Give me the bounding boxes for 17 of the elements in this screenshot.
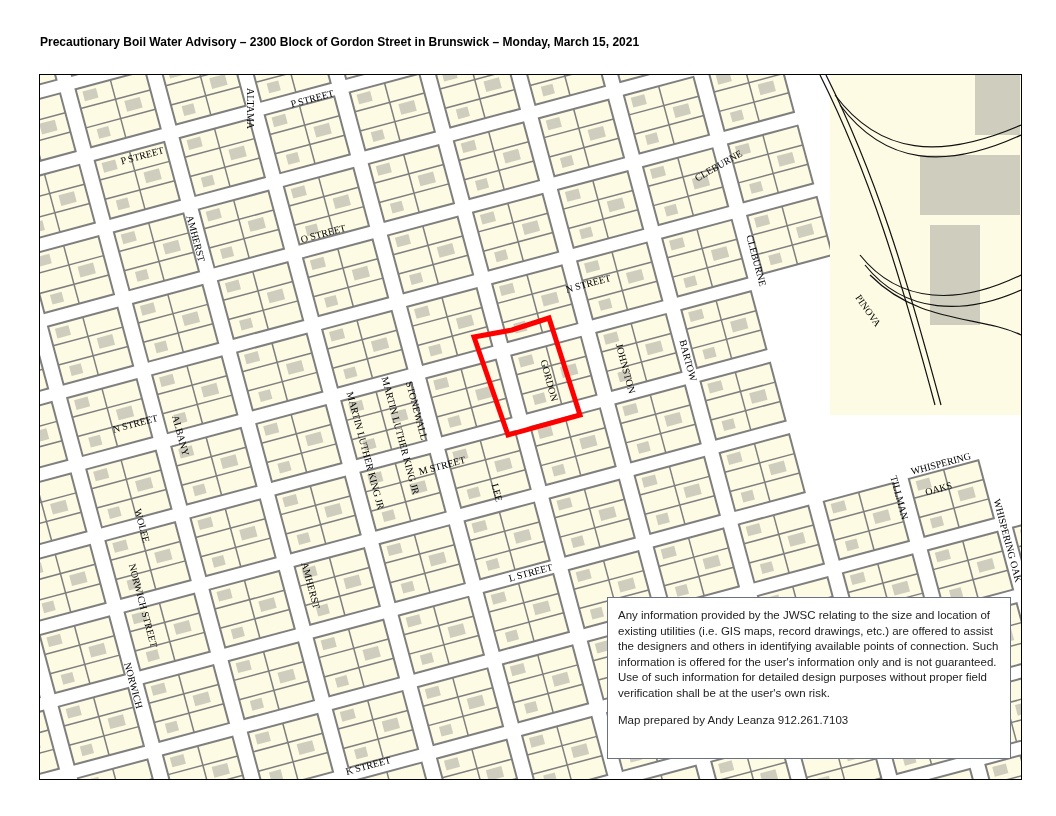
disclaimer-text: Any information provided by the JWSC relating to the size and location of existing utilities (i.e. GIS maps, record drawings, etc.) are offered to assist the designers and others in identifying available points of connection. Such information is offered for the user's information only and is not guaranteed. Use of such information for detailed design purposes without proper field verification shall be at the user's own risk. <box>618 608 1000 701</box>
street-label: ALTAMA <box>245 87 257 130</box>
street-label: L STREET <box>507 561 554 584</box>
street-label: LEE <box>489 482 505 503</box>
disclaimer-text: Map prepared by Andy Leanza 912.261.7103 <box>618 713 850 728</box>
street-label: M STREET <box>417 453 467 478</box>
street-label: ALBANY <box>170 413 192 458</box>
map-title: Precautionary Boil Water Advisory – 2300 Block of Gordon Street in Brunswick – Monday, March 15, 2021 <box>40 34 641 50</box>
street-label: GORDON <box>538 358 561 403</box>
street-label: N STREET <box>111 412 159 435</box>
street-label: N STREET <box>564 272 612 295</box>
street-label: K STREET <box>344 754 392 777</box>
street-label: P STREET <box>119 144 166 167</box>
street-label: WOLFE <box>132 507 152 544</box>
street-label: P STREET <box>289 87 336 110</box>
street-label: O STREET <box>299 222 347 245</box>
street-label: OAKS <box>924 479 954 498</box>
